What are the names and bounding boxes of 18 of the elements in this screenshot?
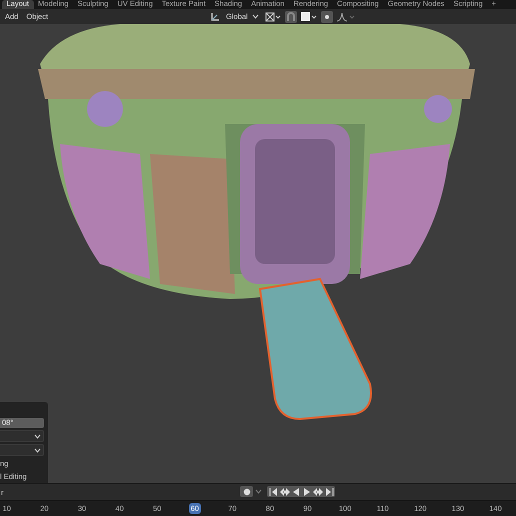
previous-keyframe-icon[interactable] [279, 486, 290, 497]
caret-icon[interactable] [255, 489, 262, 494]
jump-to-end-icon[interactable] [323, 486, 334, 497]
pivot-point-icon[interactable] [264, 12, 281, 22]
snap-icon[interactable] [284, 10, 297, 22]
play-icon[interactable] [301, 486, 312, 497]
dropdown-field[interactable] [0, 430, 44, 442]
caret-icon [34, 448, 41, 452]
transform-orientation-icon [210, 12, 220, 22]
caret-icon [252, 14, 259, 19]
jump-to-start-icon[interactable] [268, 486, 279, 497]
snap-target-icon[interactable] [300, 12, 317, 22]
caret-icon [34, 434, 41, 438]
dropdown-field[interactable] [0, 444, 44, 456]
falloff-curve-icon[interactable] [336, 12, 355, 22]
next-keyframe-icon[interactable] [312, 486, 323, 497]
record-button[interactable] [240, 486, 253, 497]
proportional-editing-icon[interactable] [320, 10, 333, 22]
